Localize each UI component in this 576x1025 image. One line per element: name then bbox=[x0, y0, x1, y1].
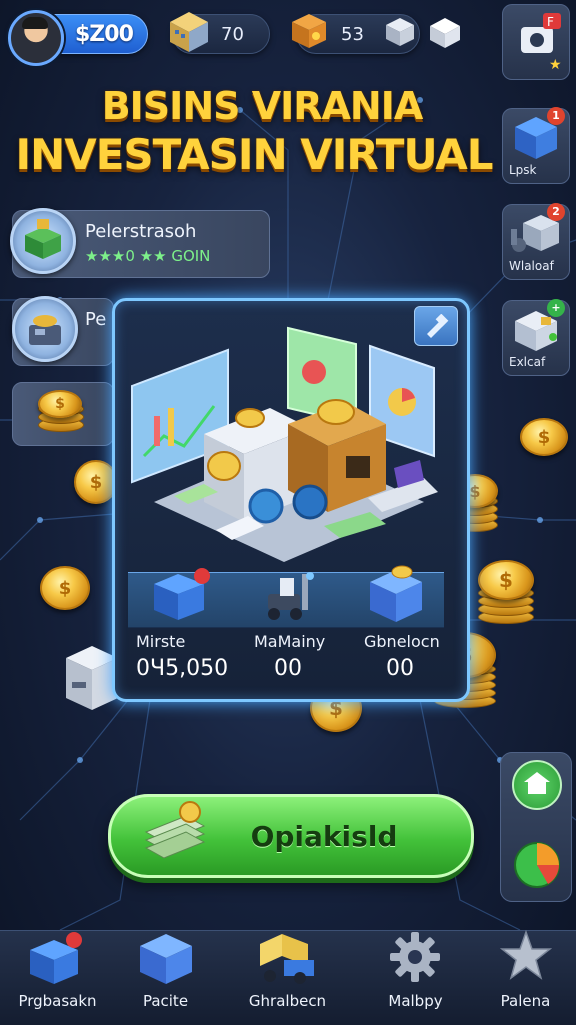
rail-badge-wlaloaf: 2 bbox=[547, 203, 565, 221]
nav-label-ghralbecn: Ghralbecn bbox=[248, 992, 327, 1010]
stat-label-2: MaMainy bbox=[254, 632, 326, 651]
truck-icon bbox=[260, 934, 314, 984]
house-icon bbox=[524, 772, 550, 794]
nav-label-prgbasakn: Prgbasakn bbox=[18, 992, 97, 1010]
server-box-icon bbox=[140, 934, 192, 984]
stats-button[interactable] bbox=[512, 840, 562, 890]
svg-text:★: ★ bbox=[549, 57, 562, 73]
stat-label-1: Mirste bbox=[136, 632, 186, 651]
coin-left-3: $ bbox=[40, 566, 90, 610]
title-line-2: INVESTASIN VIRTUAL bbox=[15, 130, 493, 179]
machine-icon bbox=[29, 315, 61, 345]
server-rack-icon bbox=[370, 565, 422, 622]
nav-item-pacite[interactable]: Pacite bbox=[108, 930, 223, 1024]
cash-stack-icon bbox=[144, 801, 206, 859]
coin-right-1: $ bbox=[520, 418, 568, 456]
business-illustration bbox=[131, 326, 438, 562]
money-box-icon bbox=[25, 219, 61, 259]
building-icon bbox=[170, 12, 208, 52]
business-1-rating: ★★★0 ★★ GOIN bbox=[85, 247, 211, 265]
blue-crate-icon bbox=[154, 568, 210, 620]
coin-stack-left-1: $ bbox=[38, 390, 84, 432]
rail-badge-lpsk: 1 bbox=[547, 107, 565, 125]
cash-amount: $Z00 bbox=[75, 21, 134, 47]
diamond-cube-icon bbox=[430, 18, 460, 48]
crate-icon bbox=[292, 14, 326, 48]
nav-label-pacite: Pacite bbox=[142, 992, 189, 1010]
player-avatar[interactable] bbox=[8, 10, 64, 66]
nav-item-malbpy[interactable]: Malbpy bbox=[358, 930, 473, 1024]
upgrade-button[interactable] bbox=[512, 760, 562, 810]
camera-button[interactable]: F ★ bbox=[502, 4, 570, 80]
resource-1-amount: 70 bbox=[221, 23, 244, 45]
rail-label-lpsk: Lpsk bbox=[509, 163, 537, 177]
cube-icon bbox=[386, 18, 414, 46]
nav-item-palena[interactable]: Palena bbox=[468, 930, 576, 1024]
resource-2-amount: 53 bbox=[341, 23, 364, 45]
rail-badge-exlcaf: + bbox=[547, 299, 565, 317]
stat-label-3: Gbnelocn bbox=[364, 632, 440, 651]
stat-value-2: 00 bbox=[274, 656, 302, 681]
stat-value-3: 00 bbox=[386, 656, 414, 681]
business-2-icon bbox=[12, 296, 78, 362]
svg-text:F: F bbox=[547, 15, 554, 29]
nav-label-palena: Palena bbox=[500, 992, 551, 1010]
rail-item-exlcaf[interactable]: Exlcaf + bbox=[502, 299, 570, 376]
rail-item-wlaloaf[interactable]: Wlaloaf 2 bbox=[502, 203, 570, 280]
forklift-icon bbox=[268, 572, 314, 620]
pie-chart-icon bbox=[514, 842, 560, 888]
coin-stack-right-3: $ bbox=[478, 560, 534, 624]
rail-label-exlcaf: Exlcaf bbox=[509, 355, 546, 369]
nav-item-prgbasakn[interactable]: Prgbasakn bbox=[0, 930, 115, 1024]
gear-icon bbox=[390, 932, 440, 982]
stat-value-1: 0Ч5,050 bbox=[136, 656, 229, 681]
star-icon bbox=[500, 930, 552, 980]
rail-label-wlaloaf: Wlaloaf bbox=[509, 259, 554, 273]
business-1-icon bbox=[10, 208, 76, 274]
invest-button-label: Opiakisld bbox=[250, 819, 398, 853]
business-2-name: Pe bbox=[85, 309, 107, 330]
nav-label-malbpy: Malbpy bbox=[388, 992, 443, 1010]
camera-icon: F ★ bbox=[521, 13, 562, 73]
rail-item-lpsk[interactable]: Lpsk 1 bbox=[502, 107, 570, 184]
nav-item-ghralbecn[interactable]: Ghralbecn bbox=[230, 930, 345, 1024]
blue-box-icon bbox=[30, 932, 82, 984]
title-line-1: BISINS VIRANIA bbox=[101, 84, 424, 128]
business-1-name: Pelerstrasoh bbox=[85, 221, 197, 242]
